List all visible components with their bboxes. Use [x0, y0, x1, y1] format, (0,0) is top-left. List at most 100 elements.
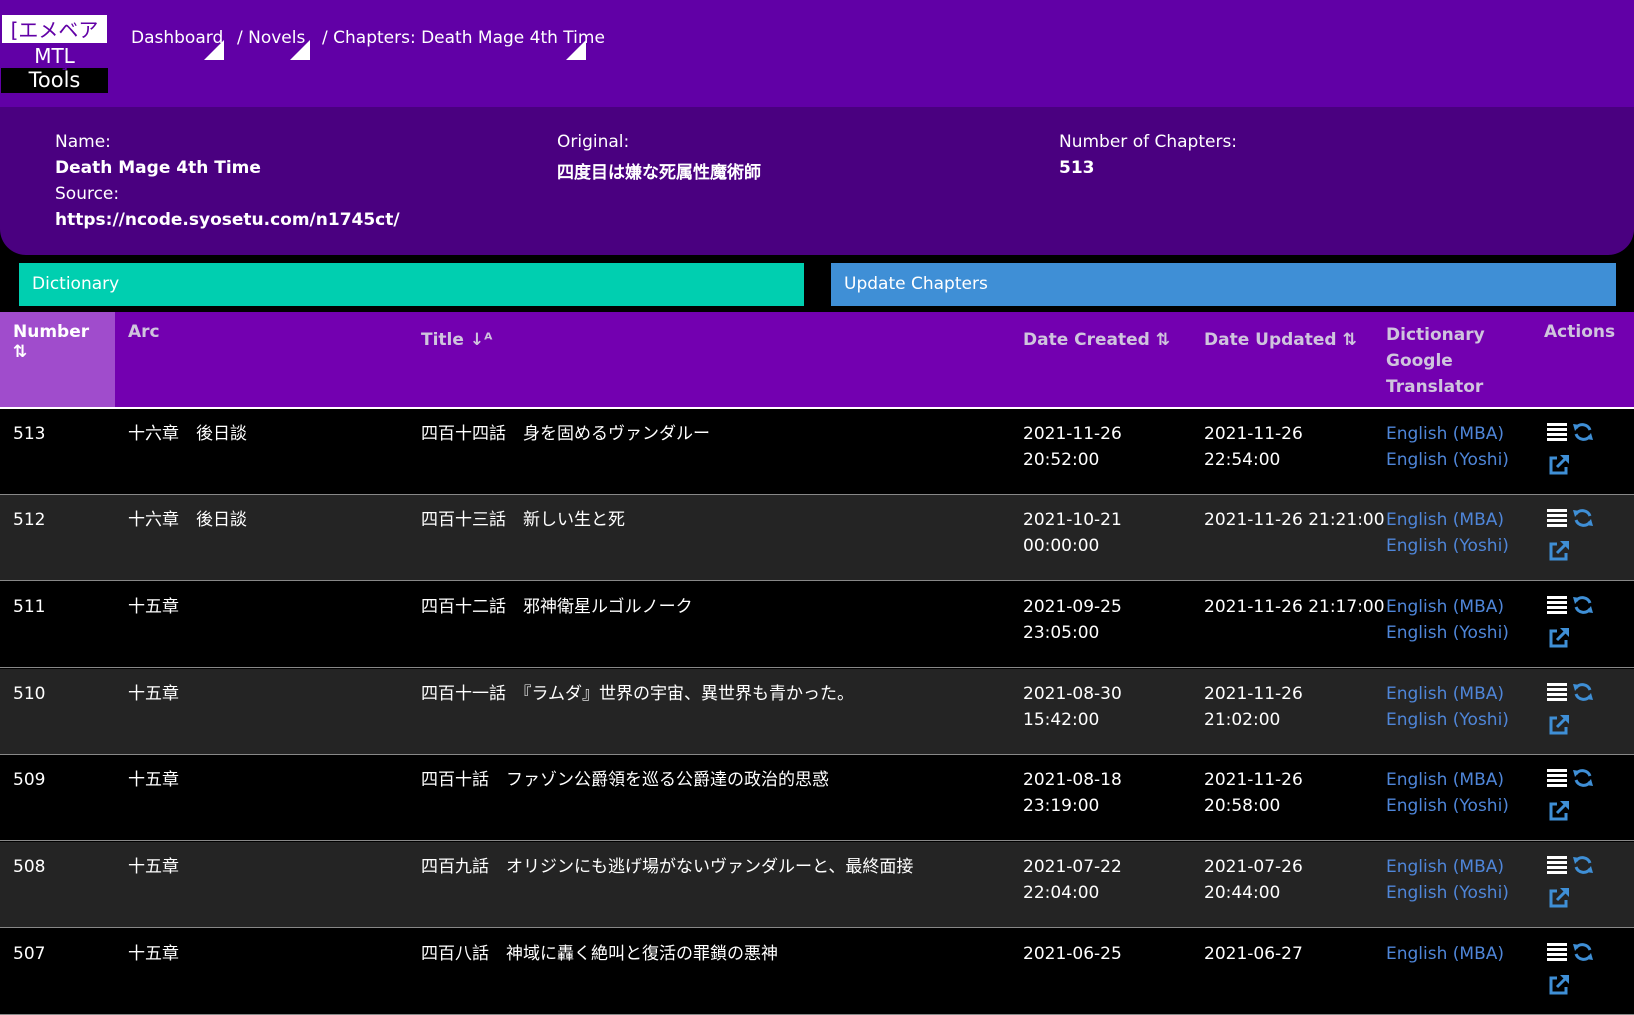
external-link-icon[interactable]	[1547, 453, 1571, 477]
chapter-arc: 十六章 後日談	[128, 510, 247, 530]
sync-icon[interactable]	[1571, 420, 1595, 444]
list-icon[interactable]	[1547, 423, 1567, 441]
chapter-number: 510	[13, 684, 46, 704]
translation-links: English (MBA)	[1386, 941, 1504, 967]
translation-link-mba[interactable]: English (MBA)	[1386, 767, 1509, 793]
chapter-number: 507	[13, 944, 46, 964]
sort-icon[interactable]: ⇅	[13, 342, 115, 362]
original-value: 四度目は嫌な死属性魔術師	[557, 163, 761, 183]
translation-link-mba[interactable]: English (MBA)	[1386, 681, 1509, 707]
sort-icon[interactable]: ⇅	[1156, 330, 1170, 350]
date-updated-line-2: 22:54:00	[1204, 450, 1281, 470]
date-created-line-1: 2021-06-25	[1023, 944, 1122, 964]
date-created-line-2: 00:00:00	[1023, 536, 1100, 556]
header-arc-label: Arc	[128, 322, 160, 342]
translation-link-mba[interactable]: English (MBA)	[1386, 854, 1509, 880]
table-header: Number ⇅ Arc Title ↓ᴬ Date Created ⇅ Date …	[0, 312, 1634, 409]
translation-link-yoshi[interactable]: English (Yoshi)	[1386, 793, 1509, 819]
chapter-date-updated: 2021-11-26 21:17:00	[1204, 594, 1385, 620]
table-row: 508 十五章 四百九話 オリジンにも逃げ場がないヴァンダルーと、最終面接 2021-…	[0, 842, 1634, 928]
header-date-created[interactable]: Date Created ⇅	[1023, 312, 1170, 407]
sync-icon[interactable]	[1571, 680, 1595, 704]
chapter-arc: 十五章	[128, 597, 179, 617]
chapter-date-created: 2021-07-22 22:04:00	[1023, 854, 1122, 906]
breadcrumb-chapters[interactable]: / Chapters: Death Mage 4th Time	[322, 28, 605, 48]
sort-icon[interactable]: ↓ᴬ	[470, 330, 493, 350]
top-bar: [エメベアー] MTL Tools Dashboard / Novels / C…	[0, 0, 1634, 107]
logo-line-3: Tools	[1, 68, 108, 93]
external-link-icon[interactable]	[1547, 713, 1571, 737]
chapter-date-updated: 2021-11-26 20:58:00	[1204, 767, 1303, 819]
header-title[interactable]: Title ↓ᴬ	[421, 312, 492, 407]
translation-links: English (MBA) English (Yoshi)	[1386, 507, 1509, 559]
sync-icon[interactable]	[1571, 940, 1595, 964]
chapter-date-created: 2021-11-26 20:52:00	[1023, 421, 1122, 473]
date-created-line-1: 2021-07-22	[1023, 857, 1122, 877]
external-link-icon[interactable]	[1547, 799, 1571, 823]
header-date-updated[interactable]: Date Updated ⇅	[1204, 312, 1357, 407]
translation-link-yoshi[interactable]: English (Yoshi)	[1386, 880, 1509, 906]
header-number[interactable]: Number ⇅	[0, 312, 115, 407]
external-link-icon[interactable]	[1547, 539, 1571, 563]
list-icon[interactable]	[1547, 769, 1567, 787]
sort-icon[interactable]: ⇅	[1343, 330, 1357, 350]
chapters-count-value: 513	[1059, 158, 1095, 178]
table-row: 512 十六章 後日談 四百十三話 新しい生と死 2021-10-21 00:00:00…	[0, 495, 1634, 581]
sync-icon[interactable]	[1571, 766, 1595, 790]
date-created-line-1: 2021-10-21	[1023, 510, 1122, 530]
date-created-line-2: 22:04:00	[1023, 883, 1100, 903]
source-link[interactable]: https://ncode.syosetu.com/n1745ct/	[55, 210, 400, 230]
update-chapters-button[interactable]: Update Chapters	[831, 263, 1616, 306]
dropdown-corner-icon[interactable]	[566, 40, 586, 60]
translation-link-yoshi[interactable]: English (Yoshi)	[1386, 533, 1509, 559]
chapter-date-updated: 2021-11-26 22:54:00	[1204, 421, 1303, 473]
translation-link-mba[interactable]: English (MBA)	[1386, 941, 1504, 967]
date-updated-line-1: 2021-07-26	[1204, 857, 1303, 877]
date-updated-line-2: 20:44:00	[1204, 883, 1281, 903]
translation-links: English (MBA) English (Yoshi)	[1386, 681, 1509, 733]
translation-link-mba[interactable]: English (MBA)	[1386, 421, 1509, 447]
translation-link-yoshi[interactable]: English (Yoshi)	[1386, 707, 1509, 733]
date-updated-line-1: 2021-11-26	[1204, 770, 1303, 790]
translation-links: English (MBA) English (Yoshi)	[1386, 767, 1509, 819]
chapter-number: 511	[13, 597, 46, 617]
date-updated-line-1: 2021-11-26 21:21:00	[1204, 510, 1385, 530]
header-actions-label: Actions	[1544, 322, 1616, 342]
table-row: 513 十六章 後日談 四百十四話 身を固めるヴァンダルー 2021-11-26 20:…	[0, 409, 1634, 495]
source-label: Source:	[55, 184, 120, 204]
date-updated-line-2: 21:02:00	[1204, 710, 1281, 730]
list-icon[interactable]	[1547, 683, 1567, 701]
header-dictionary-label: Dictionary	[1386, 325, 1485, 345]
logo[interactable]: [エメベアー] MTL Tools	[1, 14, 108, 93]
date-updated-line-1: 2021-11-26	[1204, 424, 1303, 444]
list-icon[interactable]	[1547, 509, 1567, 527]
external-link-icon[interactable]	[1547, 626, 1571, 650]
date-created-line-2: 15:42:00	[1023, 710, 1100, 730]
novel-info-panel: Name: Death Mage 4th Time Source: https:…	[0, 107, 1634, 255]
list-icon[interactable]	[1547, 856, 1567, 874]
table-row: 511 十五章 四百十二話 邪神衛星ルゴルノーク 2021-09-25 23:05:00…	[0, 582, 1634, 668]
translation-link-mba[interactable]: English (MBA)	[1386, 507, 1509, 533]
dropdown-corner-icon[interactable]	[204, 40, 224, 60]
name-value: Death Mage 4th Time	[55, 158, 261, 178]
list-icon[interactable]	[1547, 943, 1567, 961]
chapter-arc: 十五章	[128, 770, 179, 790]
translation-link-mba[interactable]: English (MBA)	[1386, 594, 1509, 620]
date-updated-line-2: 20:58:00	[1204, 796, 1281, 816]
header-translators: Dictionary Google Translator	[1386, 312, 1485, 407]
header-translator-label: Translator	[1386, 377, 1484, 397]
chapter-arc: 十五章	[128, 684, 179, 704]
dictionary-button[interactable]: Dictionary	[19, 263, 804, 306]
external-link-icon[interactable]	[1547, 886, 1571, 910]
chapter-date-updated: 2021-11-26 21:02:00	[1204, 681, 1303, 733]
list-icon[interactable]	[1547, 596, 1567, 614]
translation-link-yoshi[interactable]: English (Yoshi)	[1386, 620, 1509, 646]
sync-icon[interactable]	[1571, 506, 1595, 530]
sync-icon[interactable]	[1571, 593, 1595, 617]
chapter-date-created: 2021-09-25 23:05:00	[1023, 594, 1122, 646]
dropdown-corner-icon[interactable]	[290, 40, 310, 60]
sync-icon[interactable]	[1571, 853, 1595, 877]
translation-link-yoshi[interactable]: English (Yoshi)	[1386, 447, 1509, 473]
external-link-icon[interactable]	[1547, 973, 1571, 997]
translation-links: English (MBA) English (Yoshi)	[1386, 594, 1509, 646]
